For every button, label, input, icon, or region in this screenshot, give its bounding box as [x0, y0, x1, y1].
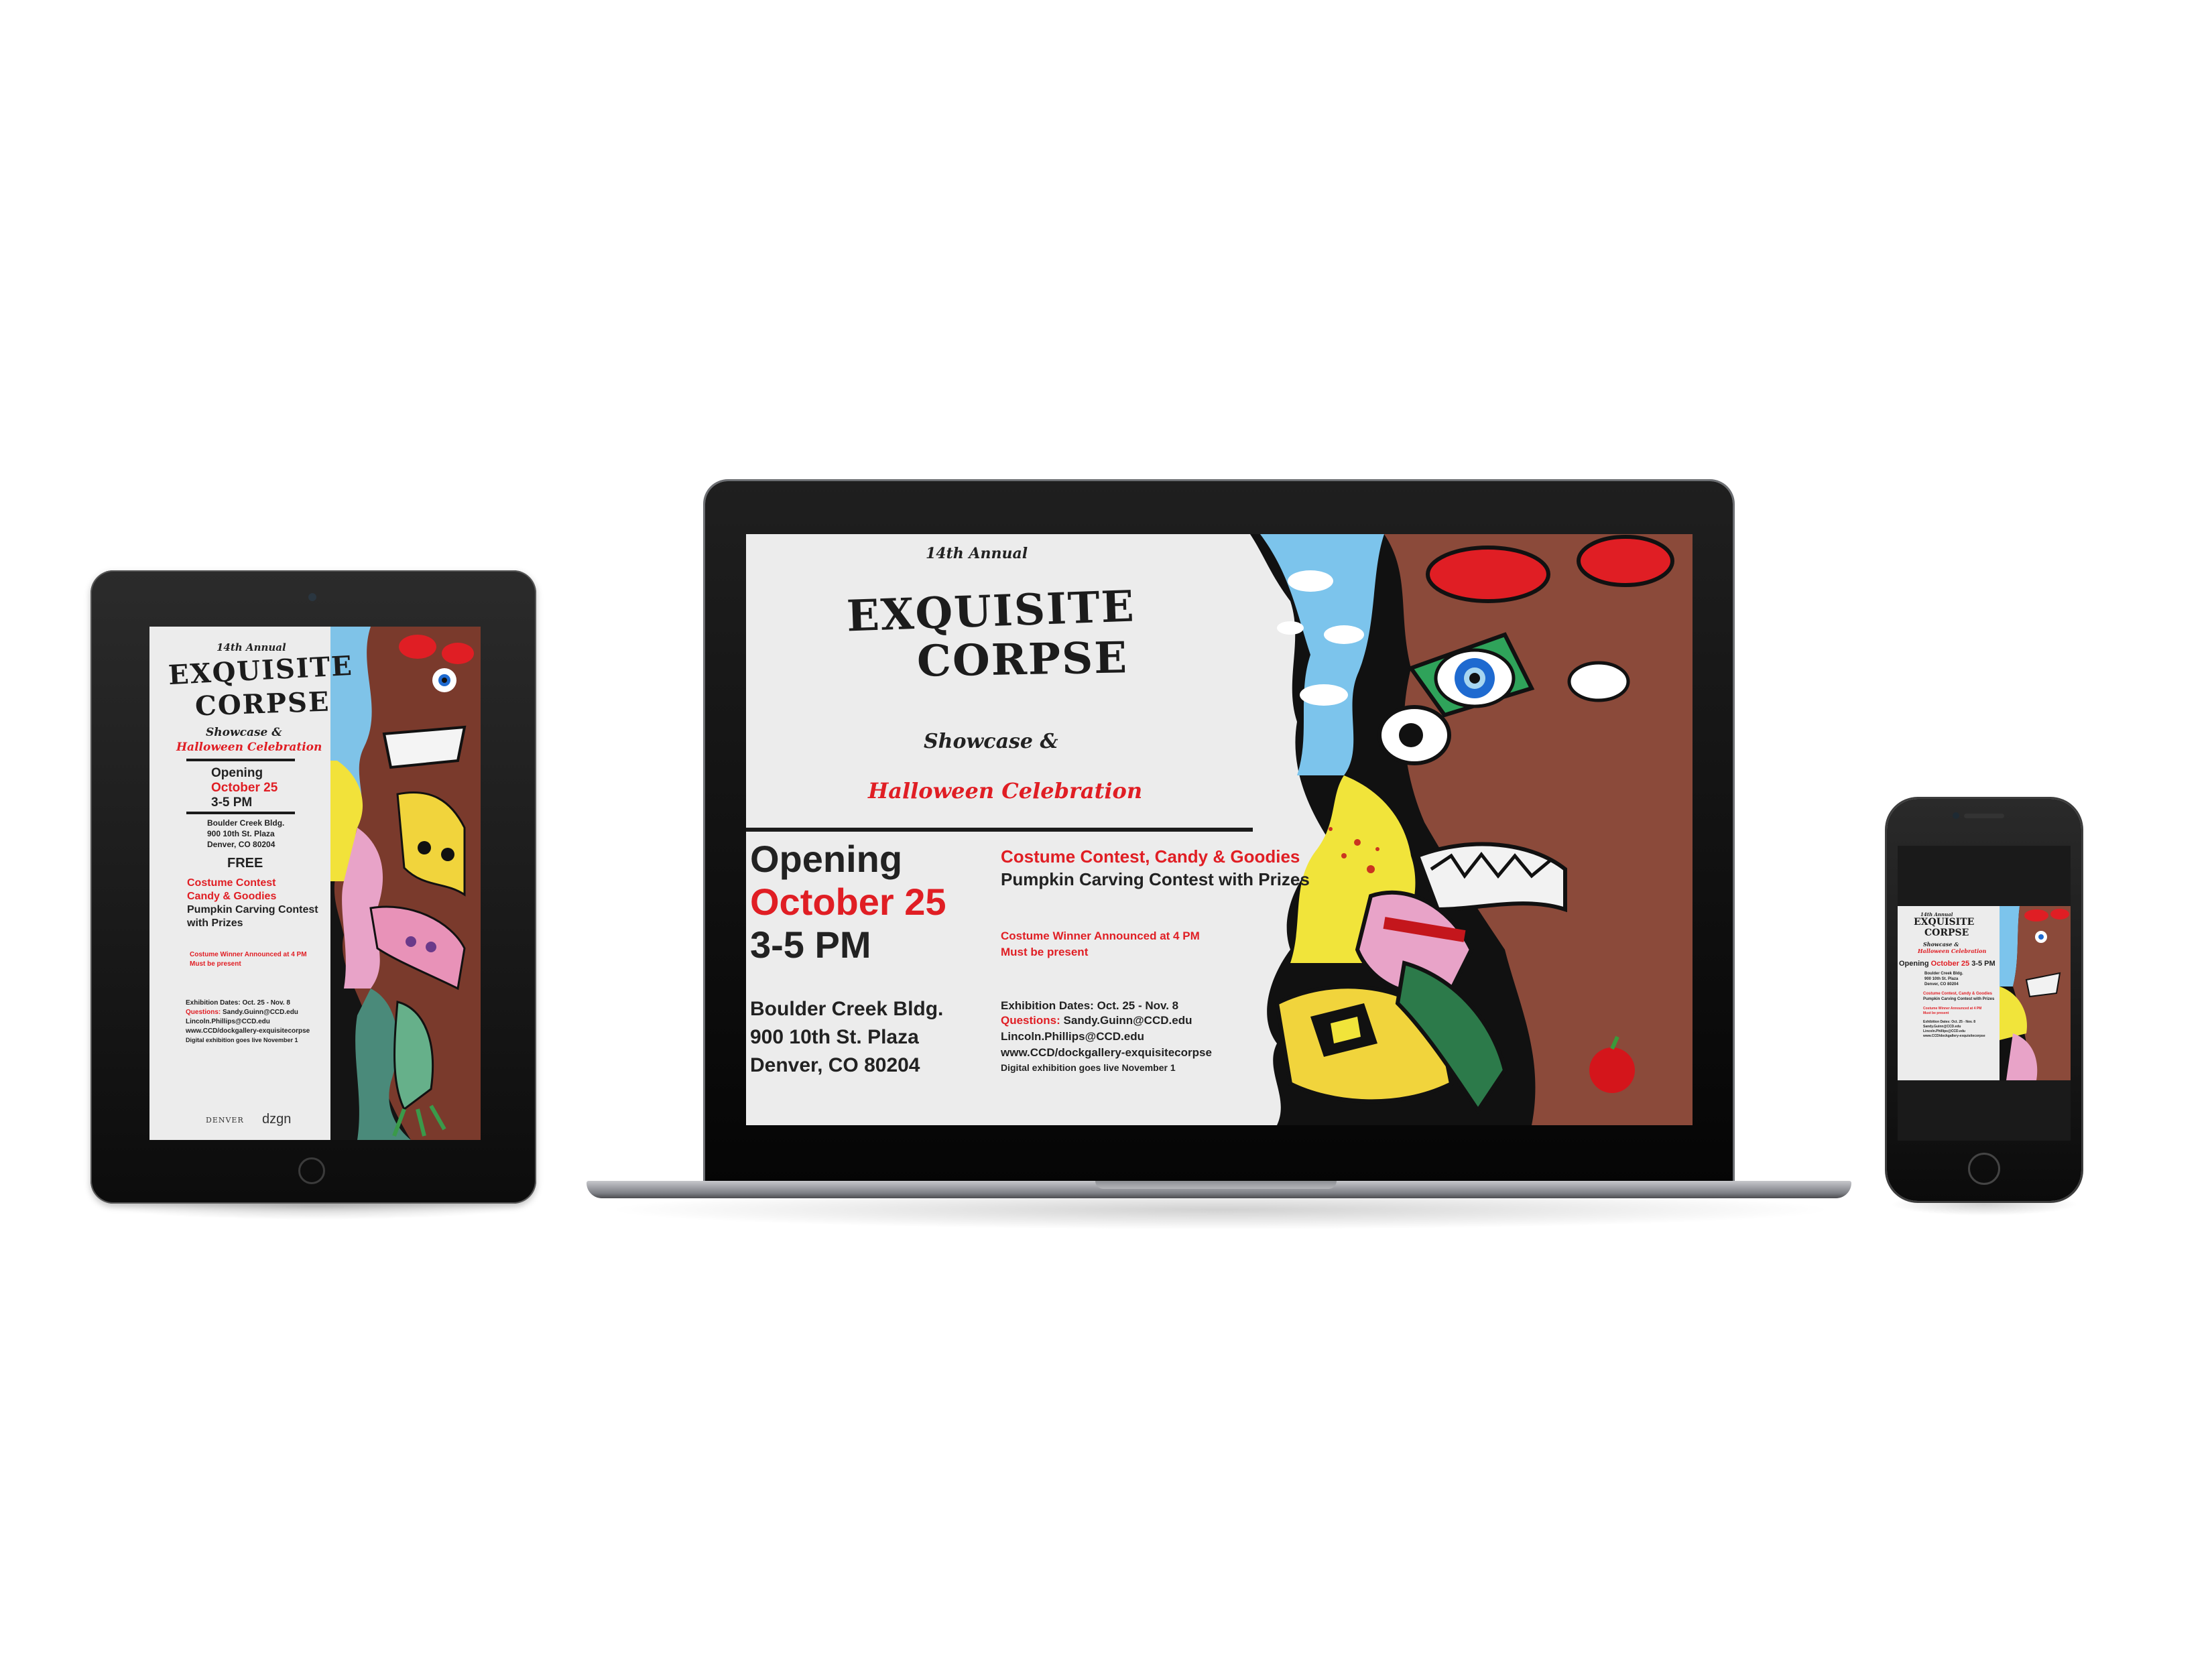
- website[interactable]: www.CCD/dockgallery-exquisitecorpse: [186, 1027, 310, 1035]
- location-line3: Denver, CO 80204: [1924, 982, 1959, 986]
- exhibition-dates: Exhibition Dates: Oct. 25 - Nov. 8: [1001, 999, 1179, 1012]
- opening-label: Opening: [1899, 960, 1929, 968]
- divider: [186, 759, 295, 761]
- title-line1: EXQUISITE: [167, 649, 354, 692]
- poster-artwork: [1250, 534, 1693, 1125]
- celebration: Halloween Celebration: [1918, 948, 1987, 954]
- contest-b: Candy & Goodies: [187, 891, 277, 902]
- speaker-grille: [1964, 814, 2004, 818]
- digital-note: Digital exhibition goes live November 1: [186, 1037, 298, 1043]
- phone-screen: 14th Annual EXQUISITE CORPSE Showcase & …: [1898, 846, 2071, 1141]
- opening-time: 3-5 PM: [211, 795, 253, 810]
- title-line2: CORPSE: [1924, 928, 1969, 938]
- tablet-screen: 14th Annual EXQUISITE CORPSE Showcase & …: [149, 627, 481, 1140]
- title-line2: CORPSE: [916, 633, 1129, 687]
- contest-a: Costume Contest: [187, 877, 276, 889]
- location-line2: 900 10th St. Plaza: [1924, 977, 1959, 981]
- home-button[interactable]: [1968, 1153, 2000, 1185]
- divider-2: [186, 812, 295, 814]
- phone-poster: 14th Annual EXQUISITE CORPSE Showcase & …: [1898, 906, 2071, 1080]
- location-line2: 900 10th St. Plaza: [207, 829, 275, 838]
- opening-time: 3-5 PM: [750, 923, 871, 966]
- questions-line: Questions: Sandy.Guinn@CCD.edu: [186, 1009, 298, 1016]
- title-line1: EXQUISITE: [1914, 917, 1975, 928]
- title-line2: CORPSE: [194, 686, 331, 722]
- contact1[interactable]: Sandy.Guinn@CCD.edu: [1923, 1025, 1961, 1029]
- pumpkin-b: with Prizes: [187, 917, 243, 929]
- subtitle: Showcase &: [206, 726, 282, 739]
- annual-label: 14th Annual: [926, 545, 1028, 562]
- winner-note: Costume Winner Announced at 4 PM: [1001, 930, 1200, 942]
- digital-note: Digital exhibition goes live November 1: [1001, 1062, 1176, 1073]
- present-note: Must be present: [190, 960, 241, 968]
- contact2[interactable]: Lincoln.Phillips@CCD.edu: [1001, 1030, 1144, 1043]
- opening-label: Opening: [750, 838, 903, 880]
- location-line2: 900 10th St. Plaza: [750, 1026, 919, 1048]
- contact1[interactable]: Sandy.Guinn@CCD.edu: [223, 1009, 298, 1016]
- contact1[interactable]: Sandy.Guinn@CCD.edu: [1064, 1014, 1192, 1027]
- camera-icon: [308, 593, 316, 601]
- winner-note: Costume Winner Announced at 4 PM: [1923, 1007, 1982, 1011]
- present-note: Must be present: [1923, 1011, 1949, 1015]
- artwork-illustration: [330, 627, 481, 1140]
- opening-date: October 25: [750, 881, 946, 923]
- phone-device: 14th Annual EXQUISITE CORPSE Showcase & …: [1887, 799, 2081, 1201]
- opening-label: Opening: [211, 766, 263, 780]
- tablet-poster: 14th Annual EXQUISITE CORPSE Showcase & …: [149, 627, 481, 1140]
- subtitle: Showcase &: [924, 730, 1058, 753]
- contact2[interactable]: Lincoln.Phillips@CCD.edu: [186, 1018, 270, 1025]
- winner-note: Costume Winner Announced at 4 PM: [190, 951, 307, 958]
- divider: [746, 828, 1253, 832]
- present-note: Must be present: [1001, 946, 1089, 958]
- university-logo: DENVER: [206, 1116, 244, 1125]
- location-line3: Denver, CO 80204: [207, 840, 275, 849]
- location-line1: Boulder Creek Bldg.: [207, 818, 285, 828]
- questions-label: Questions:: [186, 1009, 221, 1016]
- pumpkin-a: Pumpkin Carving Contest: [187, 904, 318, 915]
- contact2[interactable]: Lincoln.Phillips@CCD.edu: [1923, 1029, 1965, 1033]
- camera-icon: [1953, 812, 1959, 819]
- website[interactable]: www.CCD/dockgallery-exquisitecorpse: [1001, 1046, 1212, 1060]
- celebration: Halloween Celebration: [176, 741, 322, 754]
- annual-label: 14th Annual: [217, 641, 286, 653]
- opening-date: October 25: [211, 781, 278, 795]
- home-button[interactable]: [298, 1157, 325, 1184]
- location-line1: Boulder Creek Bldg.: [1924, 972, 1963, 976]
- pumpkin: Pumpkin Carving Contest with Prizes: [1923, 997, 1995, 1001]
- contest: Costume Contest, Candy & Goodies: [1001, 846, 1300, 867]
- exhibition-dates: Exhibition Dates: Oct. 25 - Nov. 8: [186, 999, 290, 1007]
- poster-artwork: [330, 627, 481, 1140]
- opening-time: 3-5 PM: [1971, 960, 1995, 968]
- free-label: FREE: [227, 856, 263, 871]
- celebration: Halloween Celebration: [868, 778, 1143, 804]
- artwork-illustration: [2000, 906, 2071, 1080]
- questions-label: Questions:: [1001, 1014, 1060, 1027]
- questions-line: Questions: Sandy.Guinn@CCD.edu: [1001, 1014, 1192, 1027]
- opening-date: October 25: [1930, 960, 1970, 968]
- dzgn-logo: dzgn: [262, 1112, 292, 1127]
- location-line1: Boulder Creek Bldg.: [750, 998, 944, 1020]
- website[interactable]: www.CCD/dockgallery-exquisitecorpse: [1923, 1034, 1985, 1038]
- laptop-screen: 14th Annual EXQUISITE CORPSE Showcase & …: [746, 534, 1693, 1125]
- laptop-poster: 14th Annual EXQUISITE CORPSE Showcase & …: [746, 534, 1693, 1125]
- title-line1: EXQUISITE: [845, 581, 1136, 642]
- artwork-illustration: [1250, 534, 1693, 1125]
- exhibition-dates: Exhibition Dates: Oct. 25 - Nov. 8: [1923, 1020, 1975, 1024]
- poster-artwork: [2000, 906, 2071, 1080]
- location-line3: Denver, CO 80204: [750, 1054, 920, 1076]
- tablet-device: 14th Annual EXQUISITE CORPSE Showcase & …: [90, 570, 536, 1204]
- opening-line: Opening October 25 3-5 PM: [1899, 960, 1995, 968]
- trackpad-notch: [1095, 1181, 1337, 1189]
- contest: Costume Contest, Candy & Goodies: [1923, 992, 1993, 996]
- pumpkin: Pumpkin Carving Contest with Prizes: [1001, 869, 1310, 889]
- subtitle: Showcase &: [1923, 941, 1959, 948]
